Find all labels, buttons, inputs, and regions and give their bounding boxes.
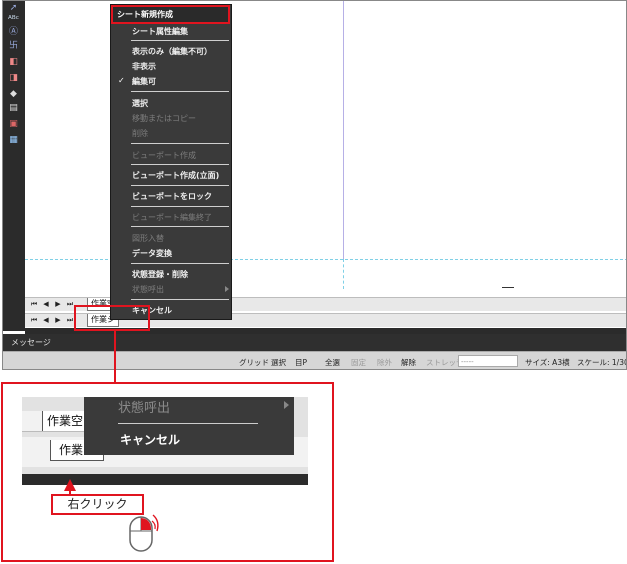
menu-separator [131,164,229,165]
menu-separator [131,91,229,92]
menu-separator [131,143,229,144]
menu-separator [131,226,229,227]
menu-separator [131,206,229,207]
status-select[interactable]: 選択 [271,357,286,368]
status-size: サイズ: A3横 [525,358,570,367]
zoom-submenu-arrow-icon [284,401,289,409]
status-layer-p[interactable]: 目P [295,357,307,368]
copy-icon[interactable]: ◧ [7,57,20,68]
zoom-menu-separator [118,423,258,424]
prev-tab-icon[interactable]: ◀ [41,315,51,325]
status-grid[interactable]: グリッド [239,357,269,368]
menu-item-editable[interactable]: 編集可 [132,76,156,87]
layer-icon[interactable]: ▦ [7,135,20,146]
circle-a-icon[interactable]: Ⓐ [7,27,20,38]
status-all-select[interactable]: 全選 [325,357,340,368]
sheet-context-menu: シート新規作成 シート属性編集 表示のみ（編集不可） 非表示 ✓ 編集可 選択 … [110,4,232,320]
status-exclude[interactable]: 除外 [377,357,392,368]
color-icon[interactable]: ▣ [7,119,20,130]
zoom-context-menu: 状態呼出 キャンセル [84,397,294,455]
menu-item-move-copy[interactable]: 移動またはコピー [132,113,196,124]
zoomed-detail: 作業空 作業シ 状態呼出 キャンセル [22,397,308,485]
menu-item-select[interactable]: 選択 [132,98,148,109]
status-bar: グリッド 選択 目P 全選 固定 除外 解除 ストレッチ ----- サイズ: … [3,351,627,369]
first-tab-icon[interactable]: ⏮ [29,299,39,309]
menu-separator [131,299,229,300]
menu-item-delete[interactable]: 削除 [132,128,148,139]
menu-item-viewport-create-elevation[interactable]: ビューポート作成(立面) [132,170,219,181]
print-icon[interactable]: ▤ [7,103,20,114]
status-fixed[interactable]: 固定 [351,357,366,368]
stretch-field[interactable]: ----- [458,355,518,367]
menu-item-state-call[interactable]: 状態呼出 [132,284,164,295]
mouse-right-click-icon [129,514,159,552]
menu-item-view-only[interactable]: 表示のみ（編集不可） [132,46,212,57]
eraser-icon[interactable]: ◆ [7,89,20,100]
guide-line-vertical [343,259,344,289]
zoom-sheet-tab-workspace[interactable]: 作業空 [42,411,88,431]
horizontal-scroll-thumb[interactable] [502,287,514,288]
menu-item-viewport-edit-end[interactable]: ビューポート編集終了 [132,212,212,223]
menu-item-viewport-lock[interactable]: ビューポートをロック [132,191,212,202]
check-icon: ✓ [118,76,125,85]
tab-highlight [74,305,150,331]
message-label: メッセージ [11,338,51,347]
zoom-menu-item-state-call[interactable]: 状態呼出 [118,397,170,416]
zoom-menu-item-cancel[interactable]: キャンセル [120,431,180,448]
submenu-arrow-icon [225,286,229,292]
text-abc-icon[interactable]: ᴬᴮᶜ [7,15,20,26]
sheet-border-line [343,1,344,259]
callout-line [114,331,116,383]
left-toolbar: ➚ ᴬᴮᶜ Ⓐ 卐 ◧ ◨ ◆ ▤ ▣ ▦ [3,1,25,331]
menu-item-sheet-properties[interactable]: シート属性編集 [132,26,188,37]
next-tab-icon[interactable]: ▶ [53,315,63,325]
menu-item-hide[interactable]: 非表示 [132,61,156,72]
prev-tab-icon[interactable]: ◀ [41,299,51,309]
arrow-icon[interactable]: ➚ [7,3,20,14]
text-style-icon[interactable]: 卐 [7,41,20,52]
status-release[interactable]: 解除 [401,357,416,368]
menu-item-shape-replace[interactable]: 図形入替 [132,233,164,244]
first-tab-icon[interactable]: ⏮ [29,315,39,325]
paste-icon[interactable]: ◨ [7,73,20,84]
menu-separator [131,185,229,186]
next-tab-icon[interactable]: ▶ [53,299,63,309]
menu-item-data-convert[interactable]: データ変換 [132,248,172,259]
menu-separator [131,263,229,264]
message-bar: メッセージ [3,334,626,351]
menu-item-viewport-create[interactable]: ビューポート作成 [132,150,196,161]
status-scale: スケール: 1/30 [577,358,627,367]
menu-item-state-register-delete[interactable]: 状態登録・削除 [132,269,188,280]
new-sheet-highlight: シート新規作成 [111,5,230,24]
menu-item-new-sheet-highlighted[interactable]: シート新規作成 [117,9,173,20]
menu-separator [131,40,229,41]
